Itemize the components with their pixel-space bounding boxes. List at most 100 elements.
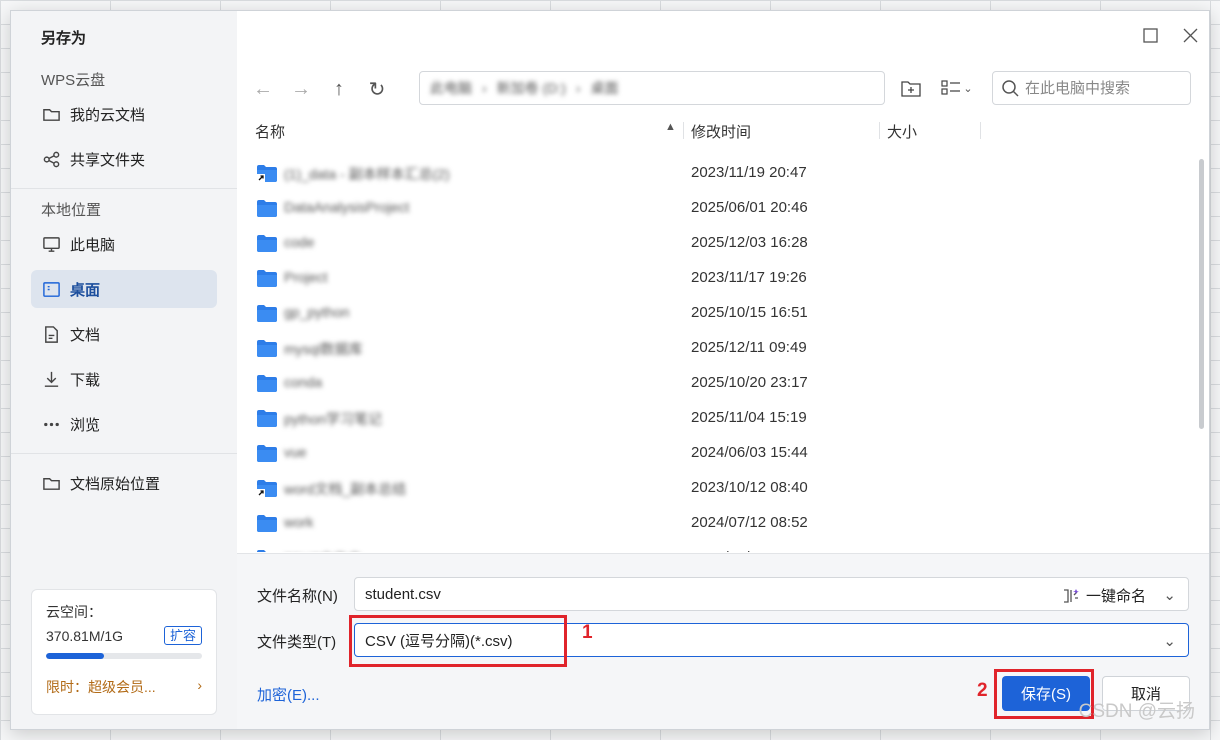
file-modified: 2023/11/17 19:26 [691,269,807,286]
filetype-value[interactable]: CSV (逗号分隔)(*.csv) [365,630,513,651]
back-button[interactable]: ← [251,77,275,101]
sidebar-item-browse[interactable]: 浏览 [31,405,217,443]
column-header-size[interactable]: 大小 [887,121,917,142]
search-box[interactable] [992,71,1191,105]
column-separator [980,122,981,139]
new-folder-icon [901,81,921,97]
close-icon [1183,28,1197,42]
file-row[interactable]: word文档_副本总结 2023/10/12 08:40 [237,471,1189,506]
file-name[interactable]: code [284,234,314,250]
file-name[interactable]: conda [284,374,322,390]
sidebar-item-downloads[interactable]: 下载 [31,360,217,398]
file-row[interactable]: (1)_data - 副本样本汇总(2) 2023/11/19 20:47 [237,156,1189,191]
sidebar-item-original-location[interactable]: 文档原始位置 [31,464,217,502]
section-local-label: 本地位置 [41,202,102,219]
refresh-button[interactable]: ↻ [365,77,389,101]
folder-icon [257,375,277,392]
file-row[interactable]: DataAnalysisProject 2025/06/01 20:46 [237,191,1189,226]
file-row[interactable]: work 2024/07/12 08:52 [237,506,1189,541]
folder-icon [257,480,277,497]
file-row[interactable]: gp_python 2025/10/15 16:51 [237,296,1189,331]
file-name[interactable]: mysql数据库 [284,339,363,359]
maximize-button[interactable] [1141,26,1159,44]
file-modified: 2025/11/04 15:19 [691,409,807,426]
section-cloud-label: WPS云盘 [41,72,106,89]
column-header-name[interactable]: 名称 [255,121,285,142]
file-name[interactable]: Project [284,269,328,285]
column-header-modified[interactable]: 修改时间 [691,121,751,142]
path-part[interactable]: 此电脑 [430,78,472,98]
folder-icon [257,340,277,357]
vip-promo-link[interactable]: 限时：超级会员... › [46,677,202,697]
file-modified: 2023/10/12 08:40 [691,479,808,496]
folder-icon [257,550,275,552]
column-separator [683,122,684,139]
sidebar-item-this-pc[interactable]: 此电脑 [31,225,217,263]
sidebar-item-my-cloud-docs[interactable]: 我的云文档 [31,95,217,133]
folder-icon [257,410,277,427]
file-name[interactable]: work [284,514,314,530]
encrypt-link[interactable]: 加密(E)... [257,684,320,705]
save-button[interactable]: 保存(S) [1002,676,1090,711]
folder-icon [257,515,277,532]
address-bar[interactable]: 此电脑 › 新加卷 (D:) › 桌面 [419,71,885,105]
path-part[interactable]: 新加卷 (D:) [497,78,566,98]
sidebar-item-label: 下载 [70,371,101,389]
file-name[interactable]: python学习笔记 [284,409,382,429]
expand-storage-button[interactable]: 扩容 [163,626,202,645]
path-separator-icon: › [575,80,581,96]
column-header-row: 名称 ▲ 修改时间 大小 [237,118,1193,144]
promo-text: 限时：超级会员... [46,679,156,695]
path-part[interactable]: 桌面 [591,78,619,98]
sidebar-item-documents[interactable]: 文档 [31,315,217,353]
view-mode-button[interactable]: ⌄ [937,76,977,100]
filename-value[interactable]: student.csv [365,586,441,603]
close-button[interactable] [1181,26,1199,44]
path-separator-icon: › [482,80,487,96]
navigation-toolbar: ← → ↑ ↻ 此电脑 › 新加卷 (D:) › 桌面 ⌄ [237,71,1209,107]
file-row[interactable]: vue 2024/06/03 15:44 [237,436,1189,471]
file-name[interactable]: gp_python [284,304,349,320]
one-click-rename-button[interactable]: 一键命名 [1062,585,1146,606]
folder-icon [257,270,277,287]
sidebar-item-desktop[interactable]: 桌面 [31,270,217,308]
file-row[interactable]: python学习笔记 2025/11/04 15:19 [237,401,1189,436]
save-as-dialog: 另存为 WPS云盘 我的云文档 共享文件夹 本地位置 此电脑 桌面 文档 下载 [10,10,1210,730]
file-modified: 2025/10/15 16:51 [691,304,808,321]
file-row[interactable]: mysql数据库 2025/12/11 09:49 [237,331,1189,366]
filetype-label: 文件类型(T) [257,634,337,651]
file-row[interactable]: Project 2023/11/17 19:26 [237,261,1189,296]
file-name[interactable]: TEXT文件夹 [284,549,362,552]
file-name[interactable]: (1)_data - 副本样本汇总(2) [284,164,450,184]
download-icon [41,369,61,389]
vertical-scrollbar[interactable] [1199,159,1204,429]
chevron-right-icon: › [197,677,202,693]
cloud-space-label: 云空间： [46,604,102,620]
sidebar-item-label: 共享文件夹 [70,151,146,169]
filename-field[interactable]: student.csv 一键命名 ⌄ [354,577,1189,611]
monitor-icon [41,234,61,254]
folder-icon [257,235,277,252]
new-folder-button[interactable] [899,76,923,100]
file-modified: 2025/12/03 16:28 [691,234,808,251]
file-modified: 2024/07/12 08:52 [691,514,808,531]
file-name[interactable]: DataAnalysisProject [284,199,409,215]
file-modified: 2024/06/03 15:44 [691,444,808,461]
chevron-down-icon[interactable]: ⌄ [1163,586,1176,604]
file-name[interactable]: word文档_副本总结 [284,479,406,499]
filetype-select[interactable]: CSV (逗号分隔)(*.csv) ⌄ [354,623,1189,657]
file-row[interactable]: code 2025/12/03 16:28 [237,226,1189,261]
sidebar-item-shared-folder[interactable]: 共享文件夹 [31,140,217,178]
up-button[interactable]: ↑ [327,77,351,101]
file-row[interactable]: conda 2025/10/20 23:17 [237,366,1189,401]
forward-button[interactable]: → [289,77,313,101]
folder-icon [257,445,277,462]
file-row[interactable]: TEXT文件夹 2025/10/23 20:48 [237,541,1189,552]
file-name[interactable]: vue [284,444,307,460]
search-input[interactable] [1025,79,1175,97]
sidebar-item-label: 浏览 [70,416,101,434]
annotation-number-1: 1 [582,622,593,643]
watermark: CSDN @云扬 [1078,701,1195,722]
folder-icon [257,165,277,182]
chevron-down-icon[interactable]: ⌄ [1163,632,1176,650]
